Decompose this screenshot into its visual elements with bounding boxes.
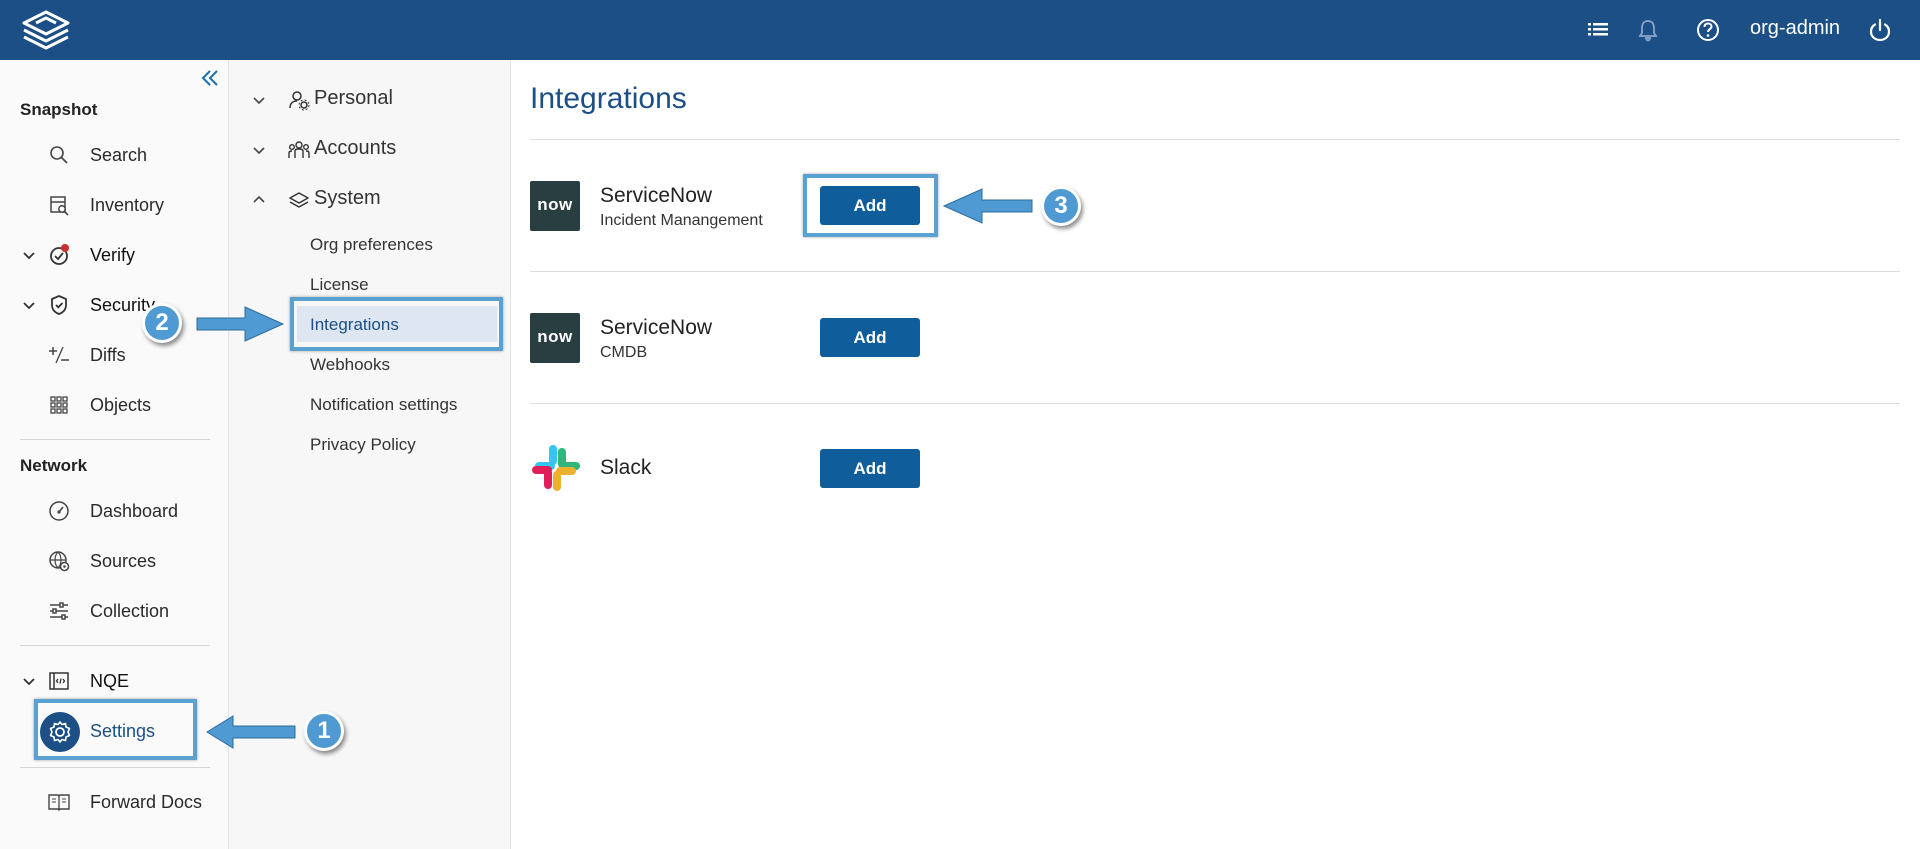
integration-subtitle: Incident Manangement [600,212,763,229]
nav-item-label: NQE [90,671,130,691]
servicenow-logo: now [530,181,580,231]
group-icon [288,141,310,158]
nav-item-label: Search [90,145,148,165]
highlight-box-add [803,174,938,237]
nav-item-objects[interactable]: Objects [0,388,229,422]
chevron-up-icon[interactable] [251,192,267,208]
nav-item-verify[interactable]: Verify [0,238,229,272]
bell-icon[interactable] [1634,16,1662,44]
logo-text: now [537,195,573,214]
nav-item-dashboard[interactable]: Dashboard [0,494,229,528]
highlight-box-settings [34,699,197,760]
list-icon[interactable] [1584,16,1612,44]
settings-item-webhooks[interactable]: Webhooks [310,355,390,375]
integration-name: ServiceNow [600,184,713,207]
nav-item-label: Dashboard [90,501,179,521]
step-badge-1: 1 [304,711,344,751]
integration-name: ServiceNow [600,316,713,339]
integration-name: Slack [600,456,652,479]
verify-icon [50,244,69,265]
group-label: System [314,187,381,209]
settings-item-notification-settings[interactable]: Notification settings [310,395,457,415]
arrow-left-icon [942,188,1033,224]
group-system[interactable]: System [229,182,511,218]
settings-item-org-preferences[interactable]: Org preferences [310,235,433,255]
collapse-nav-icon[interactable] [198,66,222,90]
settings-item-license[interactable]: License [310,275,369,295]
shield-icon [51,295,67,315]
nav-item-nqe[interactable]: NQE [0,664,229,698]
nav-item-label: Diffs [90,345,126,365]
group-personal[interactable]: Personal [229,82,511,118]
divider [20,439,210,440]
nav-item-forward-docs[interactable]: Forward Docs [0,785,229,819]
section-title-network: Network [20,456,88,475]
chevron-down-icon[interactable] [21,297,37,313]
divider [20,645,210,646]
page-title: Integrations [530,82,687,115]
nav-item-label: Objects [90,395,152,415]
chevron-down-icon[interactable] [21,673,37,689]
user-gear-icon [289,91,310,111]
search-icon [50,146,68,164]
highlight-box-integrations [290,297,503,351]
code-file-icon [49,672,69,690]
nav-item-collection[interactable]: Collection [0,594,229,628]
arrow-left-icon [206,715,296,749]
sliders-icon [50,602,68,620]
divider [530,403,1900,404]
add-servicenow-cmdb-button[interactable]: Add [820,318,920,357]
nav-item-label: Collection [90,601,170,621]
book-icon [48,794,70,811]
inventory-icon [50,196,69,216]
group-label: Personal [314,87,393,109]
nav-item-label: Sources [90,551,157,571]
top-bar: org-admin [0,0,1920,60]
grid-icon [50,396,68,414]
chevron-down-icon[interactable] [21,247,37,263]
arrow-right-icon [196,306,285,342]
step-badge-2: 2 [142,303,182,343]
slack-icon [532,445,580,491]
nav-item-sources[interactable]: Sources [0,544,229,578]
nav-item-label: Forward Docs [90,792,203,812]
divider [20,767,210,768]
group-accounts[interactable]: Accounts [229,132,511,168]
group-label: Accounts [314,137,397,159]
chevron-down-icon[interactable] [251,92,267,108]
nav-item-label: Verify [90,245,136,265]
divider [530,139,1900,140]
logo-text: now [537,327,573,346]
user-menu[interactable]: org-admin [1750,17,1840,40]
nav-item-inventory[interactable]: Inventory [0,188,229,222]
layers-icon [289,192,309,208]
step-badge-3: 3 [1041,186,1081,226]
gauge-icon [49,501,69,521]
power-icon[interactable] [1866,16,1894,44]
nav-item-search[interactable]: Search [0,138,229,172]
logo-icon[interactable] [18,8,74,52]
sources-icon [49,551,70,572]
integration-subtitle: CMDB [600,344,648,361]
chevron-down-icon[interactable] [251,142,267,158]
divider [530,271,1900,272]
diffs-icon [49,346,69,364]
nav-item-label: Inventory [90,195,165,215]
settings-item-privacy-policy[interactable]: Privacy Policy [310,435,416,455]
help-icon[interactable] [1694,16,1722,44]
section-title-snapshot: Snapshot [20,100,98,119]
servicenow-logo: now [530,313,580,363]
add-slack-button[interactable]: Add [820,449,920,488]
